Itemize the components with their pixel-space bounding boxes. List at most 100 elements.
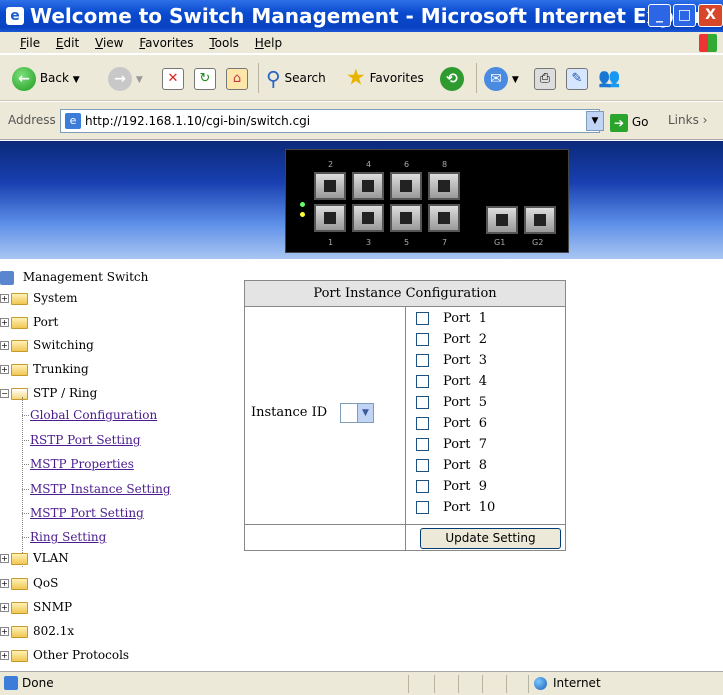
tree-item-stp-ring[interactable]: − STP / Ring xyxy=(0,383,97,403)
ie-icon: e xyxy=(6,7,24,25)
menu-help[interactable]: Help xyxy=(255,32,282,54)
port-1-jack[interactable] xyxy=(314,204,346,232)
stop-button[interactable]: ✕ xyxy=(162,63,184,93)
chevron-down-icon[interactable]: ▼ xyxy=(357,404,373,422)
favorites-button[interactable]: ★ Favorites xyxy=(346,63,424,93)
tree-item-port[interactable]: + Port xyxy=(0,312,58,332)
zone-label: Internet xyxy=(553,676,601,690)
tree-item-label: Port xyxy=(33,315,59,329)
expand-icon[interactable]: + xyxy=(0,579,9,588)
port-2-jack[interactable] xyxy=(314,172,346,200)
port-g1-jack[interactable] xyxy=(486,206,518,234)
port-10-checkbox[interactable] xyxy=(416,501,429,514)
tree-item-qos[interactable]: + QoS xyxy=(0,573,58,593)
expand-icon[interactable]: + xyxy=(0,651,9,660)
port-4-checkbox[interactable] xyxy=(416,375,429,388)
tree-item-switching[interactable]: + Switching xyxy=(0,335,94,355)
messenger-button[interactable]: 👥 xyxy=(598,63,620,93)
minimize-button[interactable]: _ xyxy=(648,4,671,27)
edit-icon: ✎ xyxy=(566,67,588,90)
expand-icon[interactable]: + xyxy=(0,294,9,303)
expand-icon[interactable]: + xyxy=(0,554,9,563)
port-4-jack[interactable] xyxy=(352,172,384,200)
expand-icon[interactable]: + xyxy=(0,603,9,612)
expand-icon[interactable]: + xyxy=(0,627,9,636)
back-arrow-icon: ← xyxy=(12,66,36,91)
menu-file[interactable]: File xyxy=(20,32,40,54)
status-divider xyxy=(528,675,529,693)
tree-item-vlan[interactable]: + VLAN xyxy=(0,548,69,568)
port-3-row: Port 3 xyxy=(416,351,487,371)
collapse-icon[interactable]: − xyxy=(0,389,9,398)
status-divider xyxy=(482,675,483,693)
folder-icon xyxy=(11,601,28,614)
menu-view[interactable]: View xyxy=(95,32,123,54)
go-button[interactable]: ➔ Go xyxy=(610,111,648,133)
address-dropdown-button[interactable]: ▼ xyxy=(586,111,604,131)
port-3-checkbox[interactable] xyxy=(416,354,429,367)
globe-icon xyxy=(534,677,547,690)
menu-bar: File Edit View Favorites Tools Help xyxy=(0,32,723,54)
instance-id-select[interactable]: ▼ xyxy=(340,403,374,423)
update-setting-button[interactable]: Update Setting xyxy=(420,528,561,549)
windows-logo-icon xyxy=(699,34,717,52)
address-label: Address xyxy=(8,113,56,127)
footer-empty-cell xyxy=(245,525,406,551)
print-button[interactable]: ⎙ xyxy=(534,63,556,93)
tree-item-trunking[interactable]: + Trunking xyxy=(0,359,89,379)
search-button[interactable]: ⚲ Search xyxy=(266,63,326,93)
port-8-jack[interactable] xyxy=(428,172,460,200)
link-rstp-port-setting[interactable]: RSTP Port Setting xyxy=(22,430,141,450)
link-ring-setting[interactable]: Ring Setting xyxy=(21,527,106,547)
messenger-icon: 👥 xyxy=(598,67,621,89)
expand-icon[interactable]: + xyxy=(0,341,9,350)
instance-id-label: Instance ID xyxy=(251,405,328,420)
edit-button[interactable]: ✎ xyxy=(566,63,588,93)
port-9-checkbox[interactable] xyxy=(416,480,429,493)
port-1-checkbox[interactable] xyxy=(416,312,429,325)
refresh-button[interactable]: ↻ xyxy=(194,63,216,93)
page-icon: e xyxy=(65,113,81,129)
tree-item-snmp[interactable]: + SNMP xyxy=(0,597,72,617)
port-5-checkbox[interactable] xyxy=(416,396,429,409)
tree-root[interactable]: Management Switch xyxy=(0,267,148,287)
port-label-6: 6 xyxy=(404,160,410,169)
forward-button[interactable]: → ▼ xyxy=(108,63,143,93)
mail-button[interactable]: ✉ ▼ xyxy=(484,63,519,93)
address-input[interactable]: e http://192.168.1.10/cgi-bin/switch.cgi xyxy=(60,109,600,133)
expand-icon[interactable]: + xyxy=(0,365,9,374)
link-mstp-properties[interactable]: MSTP Properties xyxy=(22,454,134,474)
port-g2-jack[interactable] xyxy=(524,206,556,234)
history-button[interactable]: ⟲ xyxy=(440,63,464,93)
port-1-label: Port 1 xyxy=(443,311,488,326)
port-7-jack[interactable] xyxy=(428,204,460,232)
menu-favorites[interactable]: Favorites xyxy=(139,32,193,54)
link-mstp-instance-setting[interactable]: MSTP Instance Setting xyxy=(22,479,171,499)
port-7-checkbox[interactable] xyxy=(416,438,429,451)
tree-item-8021x[interactable]: +802.1x xyxy=(0,621,74,641)
port-5-jack[interactable] xyxy=(390,204,422,232)
port-4-label: Port 4 xyxy=(443,374,488,389)
menu-edit[interactable]: Edit xyxy=(56,32,79,54)
links-button[interactable]: Links › xyxy=(668,113,707,127)
back-button[interactable]: ← Back ▼ xyxy=(12,63,80,93)
expand-icon[interactable]: + xyxy=(0,318,9,327)
port-3-jack[interactable] xyxy=(352,204,384,232)
port-2-checkbox[interactable] xyxy=(416,333,429,346)
toolbar: ← Back ▼ → ▼ ✕ ↻ ⌂ ⚲ Search ★ Favorites … xyxy=(0,55,723,101)
tree-item-other-protocols[interactable]: + Other Protocols xyxy=(0,645,129,665)
switch-front-panel: 2 4 6 8 1 3 5 7 G1 G2 xyxy=(285,149,569,253)
port-8-checkbox[interactable] xyxy=(416,459,429,472)
link-mstp-port-setting[interactable]: MSTP Port Setting xyxy=(22,503,144,523)
menu-tools[interactable]: Tools xyxy=(209,32,239,54)
close-button[interactable]: X xyxy=(698,4,723,27)
port-6-jack[interactable] xyxy=(390,172,422,200)
link-global-configuration[interactable]: Global Configuration xyxy=(21,405,157,425)
maximize-button[interactable]: □ xyxy=(673,4,696,27)
header-banner: 2 4 6 8 1 3 5 7 G1 G2 xyxy=(0,141,723,259)
home-button[interactable]: ⌂ xyxy=(226,63,248,93)
port-6-checkbox[interactable] xyxy=(416,417,429,430)
port-7-label: Port 7 xyxy=(443,437,488,452)
port-2-row: Port 2 xyxy=(416,330,487,350)
tree-item-system[interactable]: + System xyxy=(0,288,77,308)
